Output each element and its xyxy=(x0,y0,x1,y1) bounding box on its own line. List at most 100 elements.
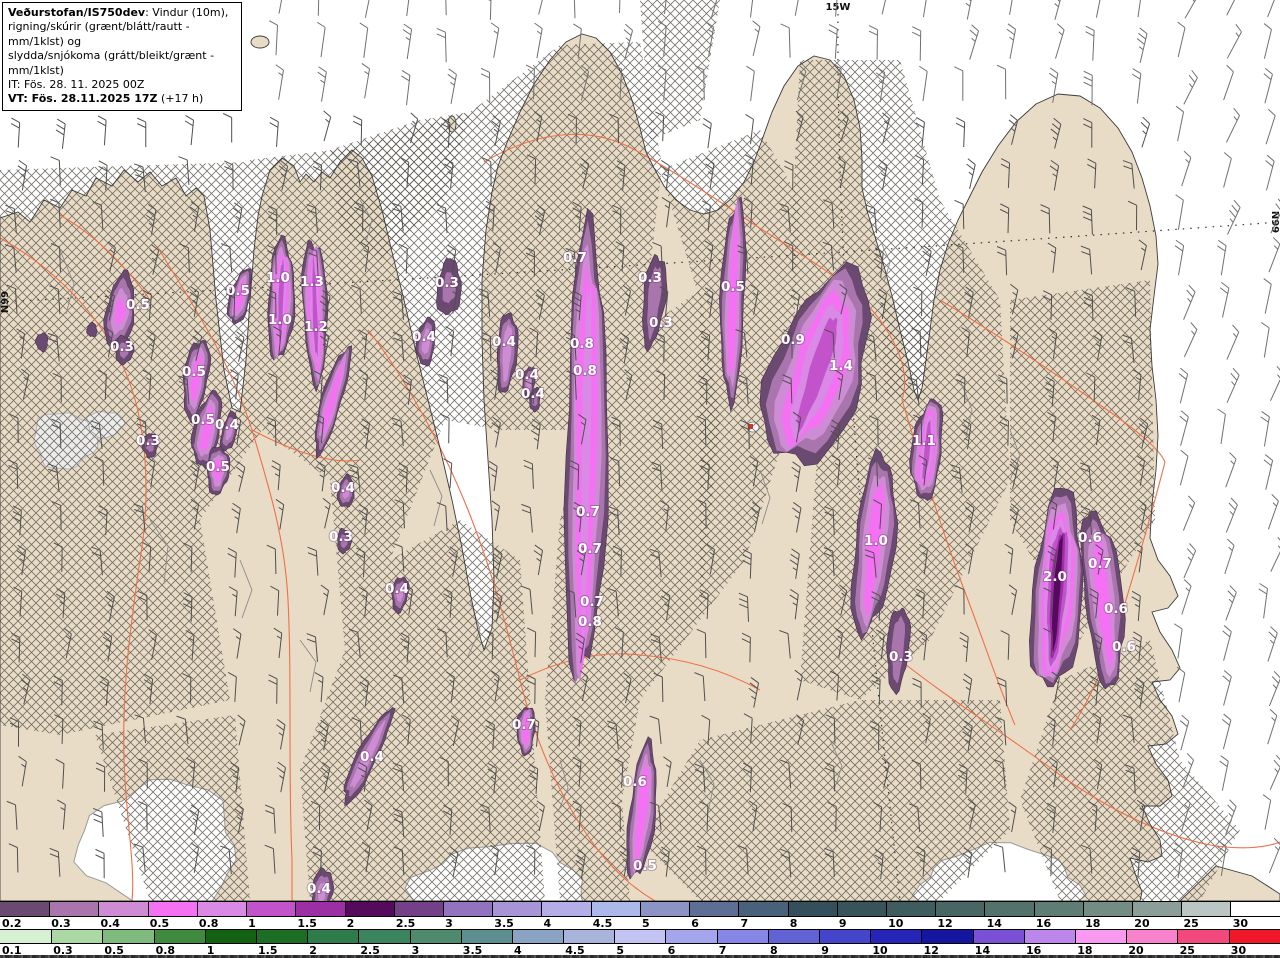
colorbar-segment xyxy=(255,930,308,943)
colorbar-segment xyxy=(885,902,936,916)
colorbar-segment xyxy=(1023,930,1075,943)
precip-value-label: 0.5 xyxy=(206,459,230,475)
precip-value-label: 0.5 xyxy=(182,364,206,380)
precip-value-label: 0.4 xyxy=(385,581,409,597)
colorbar-segment xyxy=(442,902,493,916)
precip-value-label: 0.3 xyxy=(329,529,353,545)
weather-map-product: 15W N99 N99 0.5 0.3 0.5 0.5 0.4 0.5 0.3 0.5 1.0 1.0 1… xyxy=(0,0,1280,958)
colorbar-segment xyxy=(716,930,768,943)
precip-value-label: 0.4 xyxy=(412,329,436,345)
precip-value-label: 0.4 xyxy=(215,417,239,433)
precip-value-label: 0.3 xyxy=(638,270,662,286)
precip-value-label: 0.5 xyxy=(226,283,250,299)
rain-colorbar xyxy=(0,929,1280,944)
colorbar-segment xyxy=(639,902,690,916)
precip-value-label: 0.9 xyxy=(781,332,805,348)
colorbar-segment xyxy=(246,902,296,916)
colorbar-segment xyxy=(51,930,103,943)
colorbar-segment xyxy=(1177,930,1229,943)
precip-value-label: 0.4 xyxy=(515,367,539,383)
colorbar-segment xyxy=(358,930,410,943)
colorbar-segment xyxy=(935,902,985,916)
precip-value-label: 2.0 xyxy=(1043,569,1067,585)
precip-value-label: 0.7 xyxy=(580,594,604,610)
colorbar-segment xyxy=(511,930,564,943)
colorbar-segment xyxy=(1074,930,1127,943)
colorbar-segment xyxy=(196,902,247,916)
colorbar-segment xyxy=(590,902,640,916)
colorbar-segment xyxy=(984,902,1034,916)
rain-colorbar-labels: 0.1 0.3 0.5 0.8 1 1.5 2 2.5 3 3.5 4 4.5 5 6 7 8 9 10 12 14 1… xyxy=(0,944,1280,957)
colorbar-segment xyxy=(1132,902,1182,916)
colorbar-segment xyxy=(295,902,345,916)
colorbar-segment xyxy=(563,930,615,943)
colorbar-segment xyxy=(1230,902,1280,916)
snow-colorbar xyxy=(0,901,1280,917)
colorbar-segment xyxy=(836,902,886,916)
colorbar-segment xyxy=(344,902,394,916)
colorbar-segment xyxy=(98,902,148,916)
title-box: Veðurstofan/IS750dev: Vindur (10m), rign… xyxy=(2,2,242,111)
precip-value-label: 0.7 xyxy=(576,504,600,520)
colorbar-segment xyxy=(204,930,256,943)
title-line-2: rigning/skúrir (grænt/blátt/rautt - mm/1… xyxy=(8,20,190,48)
colorbar-segment xyxy=(767,930,819,943)
precip-value-label: 0.8 xyxy=(573,363,597,379)
precip-value-label: 1.0 xyxy=(268,312,292,328)
precip-value-label: 0.3 xyxy=(110,339,134,355)
colorbar-segment xyxy=(0,930,52,943)
colorbar-segment xyxy=(870,930,922,943)
colorbar-segment xyxy=(0,902,50,916)
precip-value-label: 0.7 xyxy=(512,717,536,733)
precip-value-label: 0.8 xyxy=(570,336,594,352)
precip-value-label: 0.5 xyxy=(633,858,657,874)
colorbar-segment xyxy=(102,930,154,943)
colorbar-segment xyxy=(1228,930,1280,943)
colorbar-segment xyxy=(393,902,443,916)
title-line-4: IT: Fös. 28. 11. 2025 00Z xyxy=(8,78,145,92)
precip-value-label: 0.4 xyxy=(521,386,545,402)
colorbar-segment xyxy=(1126,930,1178,943)
precip-value-label: 0.7 xyxy=(1088,556,1112,572)
precip-value-label: 0.8 xyxy=(578,614,602,630)
precip-value-label: 0.3 xyxy=(649,315,673,331)
precip-value-label: 0.5 xyxy=(721,279,745,295)
colorbar-segment xyxy=(147,902,197,916)
precip-value-label: 1.0 xyxy=(266,270,290,286)
precip-value-label: 1.4 xyxy=(829,358,853,374)
precip-value-label: 0.4 xyxy=(360,749,384,765)
colorbar-segment xyxy=(738,902,788,916)
precip-value-label: 0.5 xyxy=(126,297,150,313)
colorbar-segment xyxy=(1082,902,1133,916)
precip-value-label: 1.1 xyxy=(912,433,936,449)
precip-value-label: 0.4 xyxy=(492,334,516,350)
colorbar-segment xyxy=(541,902,591,916)
colorbar-segment xyxy=(665,930,717,943)
precip-value-label: 0.4 xyxy=(331,480,355,496)
precip-value-label: 0.6 xyxy=(1104,601,1128,617)
precip-value-label: 0.3 xyxy=(136,433,160,449)
colorbar-segment xyxy=(460,930,512,943)
colorbar-segment xyxy=(614,930,666,943)
precip-value-label: 0.3 xyxy=(889,649,913,665)
colorbar-segment xyxy=(1033,902,1083,916)
precip-value-label: 0.7 xyxy=(563,250,587,266)
precip-value-label: 1.2 xyxy=(304,319,328,335)
svg-text:N99: N99 xyxy=(0,291,11,313)
title-line-5: VT: Fös. 28.11.2025 17Z (+17 h) xyxy=(8,92,204,106)
colorbar-segment xyxy=(972,930,1024,943)
svg-text:15W: 15W xyxy=(826,2,851,13)
precip-value-label: 1.0 xyxy=(864,533,888,549)
colorbar-segment xyxy=(819,930,871,943)
precip-value-label: 0.6 xyxy=(623,774,647,790)
colorbar-segment xyxy=(921,930,973,943)
colorbar-segment xyxy=(307,930,359,943)
colorbar-segment xyxy=(1181,902,1231,916)
precip-value-label: 0.5 xyxy=(191,412,215,428)
colorbar-segment xyxy=(689,902,739,916)
precip-value-label: 0.4 xyxy=(307,881,331,897)
precip-value-label: 1.3 xyxy=(300,274,324,290)
colorbar-segment xyxy=(153,930,205,943)
precip-value-label: 0.7 xyxy=(578,541,602,557)
colorbar-segment xyxy=(787,902,837,916)
